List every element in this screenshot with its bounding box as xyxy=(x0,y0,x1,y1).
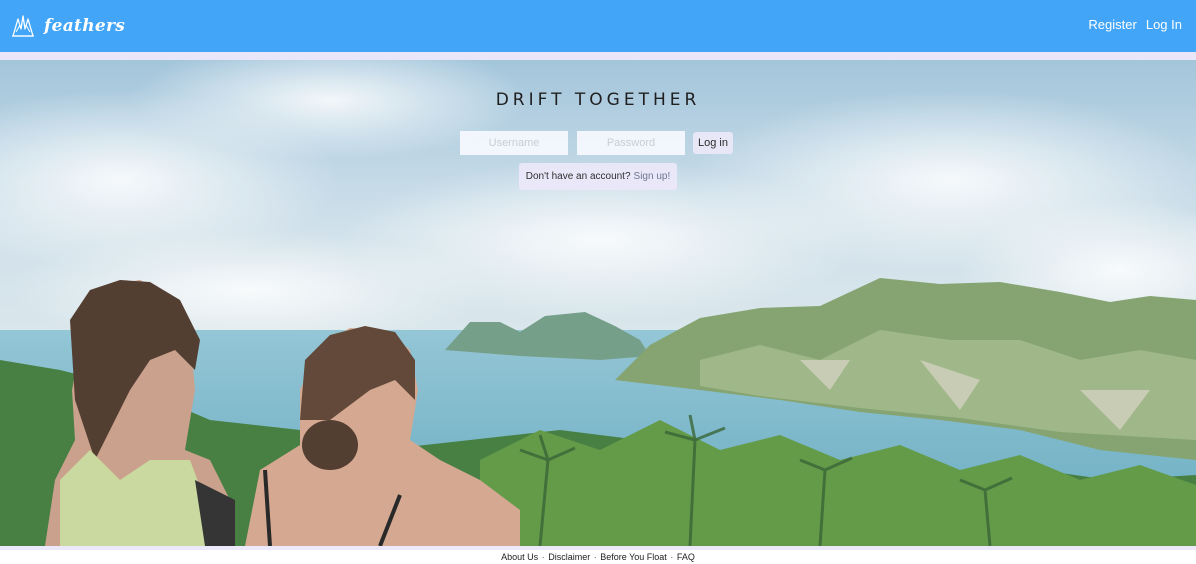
brand-name: feathers xyxy=(44,16,126,36)
brand-link[interactable]: feathers xyxy=(10,11,125,41)
hero-section: DRIFT TOGETHER Log in Don't have an acco… xyxy=(0,60,1196,546)
register-link[interactable]: Register xyxy=(1088,17,1136,32)
footer-link-about-us[interactable]: About Us xyxy=(501,552,538,562)
signup-prompt-text: Don't have an account? xyxy=(525,171,631,182)
footer: About Us · Disclaimer · Before You Float… xyxy=(0,550,1196,564)
signup-link[interactable]: Sign up! xyxy=(634,171,671,182)
nav-links: Register Log In xyxy=(1088,17,1182,32)
footer-separator: · xyxy=(541,552,545,562)
footer-link-disclaimer[interactable]: Disclaimer xyxy=(548,552,590,562)
navbar-accent-strip xyxy=(0,52,1196,60)
footer-link-before-you-float[interactable]: Before You Float xyxy=(600,552,667,562)
password-input[interactable] xyxy=(577,131,685,155)
navbar: feathers Register Log In xyxy=(0,0,1196,52)
username-input[interactable] xyxy=(460,131,568,155)
footer-link-faq[interactable]: FAQ xyxy=(677,552,695,562)
footer-separator: · xyxy=(593,552,597,562)
login-link[interactable]: Log In xyxy=(1146,17,1182,32)
login-submit-button[interactable]: Log in xyxy=(693,132,733,154)
feather-wings-icon xyxy=(10,13,36,39)
page: feathers Register Log In DRIFT TOGETHER … xyxy=(0,0,1196,564)
signup-prompt-box: Don't have an account? Sign up! xyxy=(519,163,677,190)
login-form: Log in xyxy=(460,131,733,155)
hero-title: DRIFT TOGETHER xyxy=(495,90,701,110)
footer-separator: · xyxy=(670,552,674,562)
